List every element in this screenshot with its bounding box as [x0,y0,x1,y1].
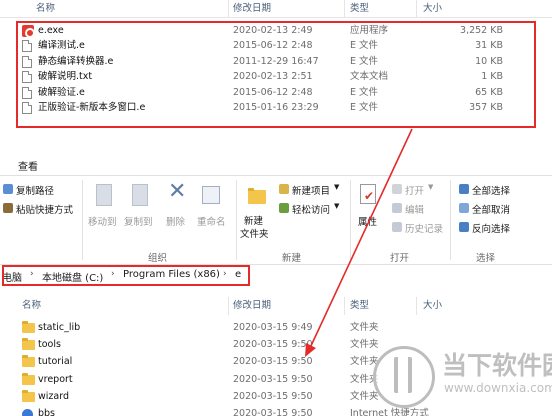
watermark-brand: 当下软件园 [442,351,552,380]
watermark-url: www.downxia.com [444,381,552,395]
watermark-logo-mark [394,357,412,393]
